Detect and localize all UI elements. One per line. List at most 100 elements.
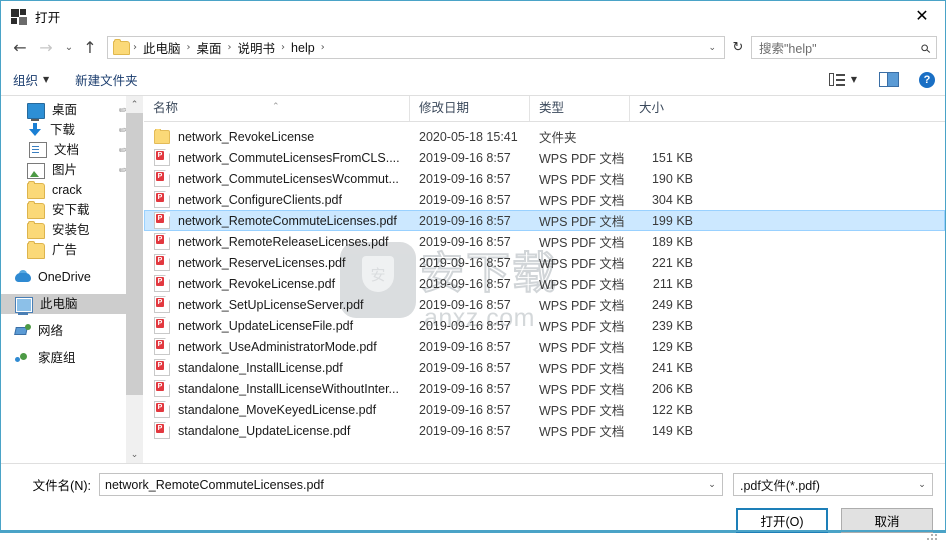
sidebar-scrollbar[interactable]: ⌃ ⌄ xyxy=(126,96,143,463)
table-row[interactable]: network_RevokeLicense.pdf 2019-09-16 8:57… xyxy=(144,273,945,294)
chevron-down-icon[interactable]: ▼ xyxy=(851,75,857,84)
sidebar-item-4[interactable]: crack xyxy=(1,180,143,200)
sidebar-item-label: 安装包 xyxy=(52,222,90,237)
search-placeholder: 搜索"help" xyxy=(759,42,817,56)
file-size-cell: 211 KB xyxy=(652,276,693,291)
recent-locations-icon[interactable]: ⌄ xyxy=(59,36,79,60)
file-type-cell: WPS PDF 文档 xyxy=(539,257,625,271)
file-name-label: network_CommuteLicensesWcommut... xyxy=(178,171,399,186)
forward-icon[interactable]: → xyxy=(33,36,59,60)
file-name-label: network_RemoteReleaseLicenses.pdf xyxy=(178,234,389,249)
filetype-value: .pdf文件(*.pdf) xyxy=(740,479,820,493)
breadcrumb[interactable]: › 此电脑 › 桌面 › 说明书 › help › ⌄ xyxy=(107,36,725,59)
table-row[interactable]: network_CommuteLicensesWcommut... 2019-09… xyxy=(144,168,945,189)
chevron-down-icon[interactable]: ⌄ xyxy=(912,480,932,490)
pdf-file-icon xyxy=(154,422,170,439)
filename-label: 文件名(N): xyxy=(32,479,91,493)
table-row[interactable]: network_SetUpLicenseServer.pdf 2019-09-16… xyxy=(144,294,945,315)
table-row[interactable]: network_RevokeLicense 2020-05-18 15:41 文件夹 xyxy=(144,126,945,147)
new-folder-button[interactable]: 新建文件夹 xyxy=(75,70,138,89)
column-header-size[interactable]: 大小 xyxy=(629,96,704,121)
view-layout-icon[interactable] xyxy=(828,72,845,87)
help-icon[interactable]: ? xyxy=(919,71,935,88)
download-icon xyxy=(27,123,43,137)
folder-icon xyxy=(27,180,45,199)
file-type-cell: WPS PDF 文档 xyxy=(539,236,625,250)
table-row[interactable]: standalone_UpdateLicense.pdf 2019-09-16 8… xyxy=(144,420,945,441)
sidebar-item-7[interactable]: 广告 xyxy=(1,240,143,260)
sidebar-item-0[interactable]: 桌面 ✐ xyxy=(1,100,143,121)
sidebar-item-label: 安下载 xyxy=(52,202,90,217)
sidebar-item-label: 广告 xyxy=(52,242,78,257)
table-row[interactable]: network_UseAdministratorMode.pdf 2019-09-… xyxy=(144,336,945,357)
dialog-footer: 文件名(N): network_RemoteCommuteLicenses.pd… xyxy=(1,463,945,540)
command-bar-right: ▼ ? xyxy=(828,71,945,88)
table-row[interactable]: network_ConfigureClients.pdf 2019-09-16 8… xyxy=(144,189,945,210)
file-name-label: network_SetUpLicenseServer.pdf xyxy=(178,297,364,312)
column-header-type[interactable]: 类型 xyxy=(529,96,629,121)
file-name-cell: network_RemoteCommuteLicenses.pdf xyxy=(145,212,410,229)
file-date-cell: 2019-09-16 8:57 xyxy=(419,297,511,312)
pdf-file-icon xyxy=(154,149,170,166)
file-rows: 安 安下载 anxz.com network_RevokeLicense 2020… xyxy=(144,122,945,463)
preview-pane-icon[interactable] xyxy=(879,72,899,87)
scroll-down-icon[interactable]: ⌄ xyxy=(126,446,143,463)
sidebar-item-label: 家庭组 xyxy=(38,350,76,365)
table-row[interactable]: network_RemoteReleaseLicenses.pdf 2019-09… xyxy=(144,231,945,252)
table-row[interactable]: network_UpdateLicenseFile.pdf 2019-09-16 … xyxy=(144,315,945,336)
scrollbar-track[interactable] xyxy=(126,113,143,446)
sidebar-item-5[interactable]: 安下载 xyxy=(1,200,143,220)
sort-ascending-icon: ⌃ xyxy=(272,102,280,112)
chevron-down-icon[interactable]: ⌄ xyxy=(702,480,722,490)
table-row[interactable]: standalone_InstallLicense.pdf 2019-09-16 … xyxy=(144,357,945,378)
sidebar-item-9[interactable]: 此电脑 xyxy=(1,294,143,315)
folder-icon xyxy=(27,200,45,219)
this-pc-icon xyxy=(15,296,33,315)
breadcrumb-item-1[interactable]: 桌面 xyxy=(192,38,227,57)
search-input[interactable]: 搜索"help" ⚲ xyxy=(751,36,937,59)
breadcrumb-item-0[interactable]: 此电脑 xyxy=(138,38,186,57)
documents-icon xyxy=(29,142,47,158)
window-bottom-border xyxy=(1,530,945,532)
up-icon[interactable]: ↑ xyxy=(79,36,101,60)
column-header-name[interactable]: 名称 ⌃ xyxy=(144,96,409,121)
table-row[interactable]: standalone_MoveKeyedLicense.pdf 2019-09-1… xyxy=(144,399,945,420)
file-name-cell: network_RevokeLicense xyxy=(145,129,410,144)
command-bar: 组织 ▼ 新建文件夹 ▼ ? xyxy=(1,64,945,96)
table-row[interactable]: network_RemoteCommuteLicenses.pdf 2019-09… xyxy=(144,210,945,231)
sidebar-item-2[interactable]: 文档 ✐ xyxy=(1,140,143,160)
file-name-label: standalone_InstallLicense.pdf xyxy=(178,360,343,375)
file-name-label: standalone_MoveKeyedLicense.pdf xyxy=(178,402,377,417)
file-date-cell: 2019-09-16 8:57 xyxy=(419,255,511,270)
column-header-date[interactable]: 修改日期 xyxy=(409,96,529,121)
scroll-up-icon[interactable]: ⌃ xyxy=(126,96,143,113)
file-name-cell: network_RevokeLicense.pdf xyxy=(145,275,410,292)
sidebar-item-11[interactable]: 家庭组 xyxy=(1,348,143,368)
organize-button[interactable]: 组织 ▼ xyxy=(13,70,49,89)
sidebar-item-6[interactable]: 安装包 xyxy=(1,220,143,240)
filetype-select[interactable]: .pdf文件(*.pdf) ⌄ xyxy=(733,473,933,496)
filename-input[interactable]: network_RemoteCommuteLicenses.pdf ⌄ xyxy=(99,473,723,496)
sidebar-item-3[interactable]: 图片 ✐ xyxy=(1,160,143,180)
sidebar-item-8[interactable]: OneDrive xyxy=(1,267,143,287)
sidebar-item-1[interactable]: 下载 ✐ xyxy=(1,120,143,140)
close-icon[interactable]: ✕ xyxy=(899,1,945,30)
file-name-label: standalone_UpdateLicense.pdf xyxy=(178,423,351,438)
file-name-label: network_RemoteCommuteLicenses.pdf xyxy=(178,213,397,228)
file-name-label: network_UpdateLicenseFile.pdf xyxy=(178,318,354,333)
table-row[interactable]: network_ReserveLicenses.pdf 2019-09-16 8:… xyxy=(144,252,945,273)
table-row[interactable]: standalone_InstallLicenseWithoutInter...… xyxy=(144,378,945,399)
back-icon[interactable]: ← xyxy=(7,36,33,60)
file-name-cell: network_UseAdministratorMode.pdf xyxy=(145,338,410,355)
breadcrumb-item-2[interactable]: 说明书 xyxy=(233,38,281,57)
chevron-down-icon[interactable]: ⌄ xyxy=(702,43,722,53)
breadcrumb-item-3[interactable]: help xyxy=(286,41,320,55)
table-row[interactable]: network_CommuteLicensesFromCLS.... 2019-0… xyxy=(144,147,945,168)
file-size-cell: 239 KB xyxy=(651,318,693,333)
file-type-cell: WPS PDF 文档 xyxy=(539,425,625,439)
refresh-icon[interactable]: ↻ xyxy=(725,36,751,59)
open-file-dialog: 打开 ✕ ← → ⌄ ↑ › 此电脑 › 桌面 › 说明书 › help › ⌄… xyxy=(0,0,946,540)
sidebar-item-10[interactable]: 网络 xyxy=(1,321,143,341)
file-name-cell: network_ConfigureClients.pdf xyxy=(145,191,410,208)
scrollbar-thumb[interactable] xyxy=(126,113,143,395)
